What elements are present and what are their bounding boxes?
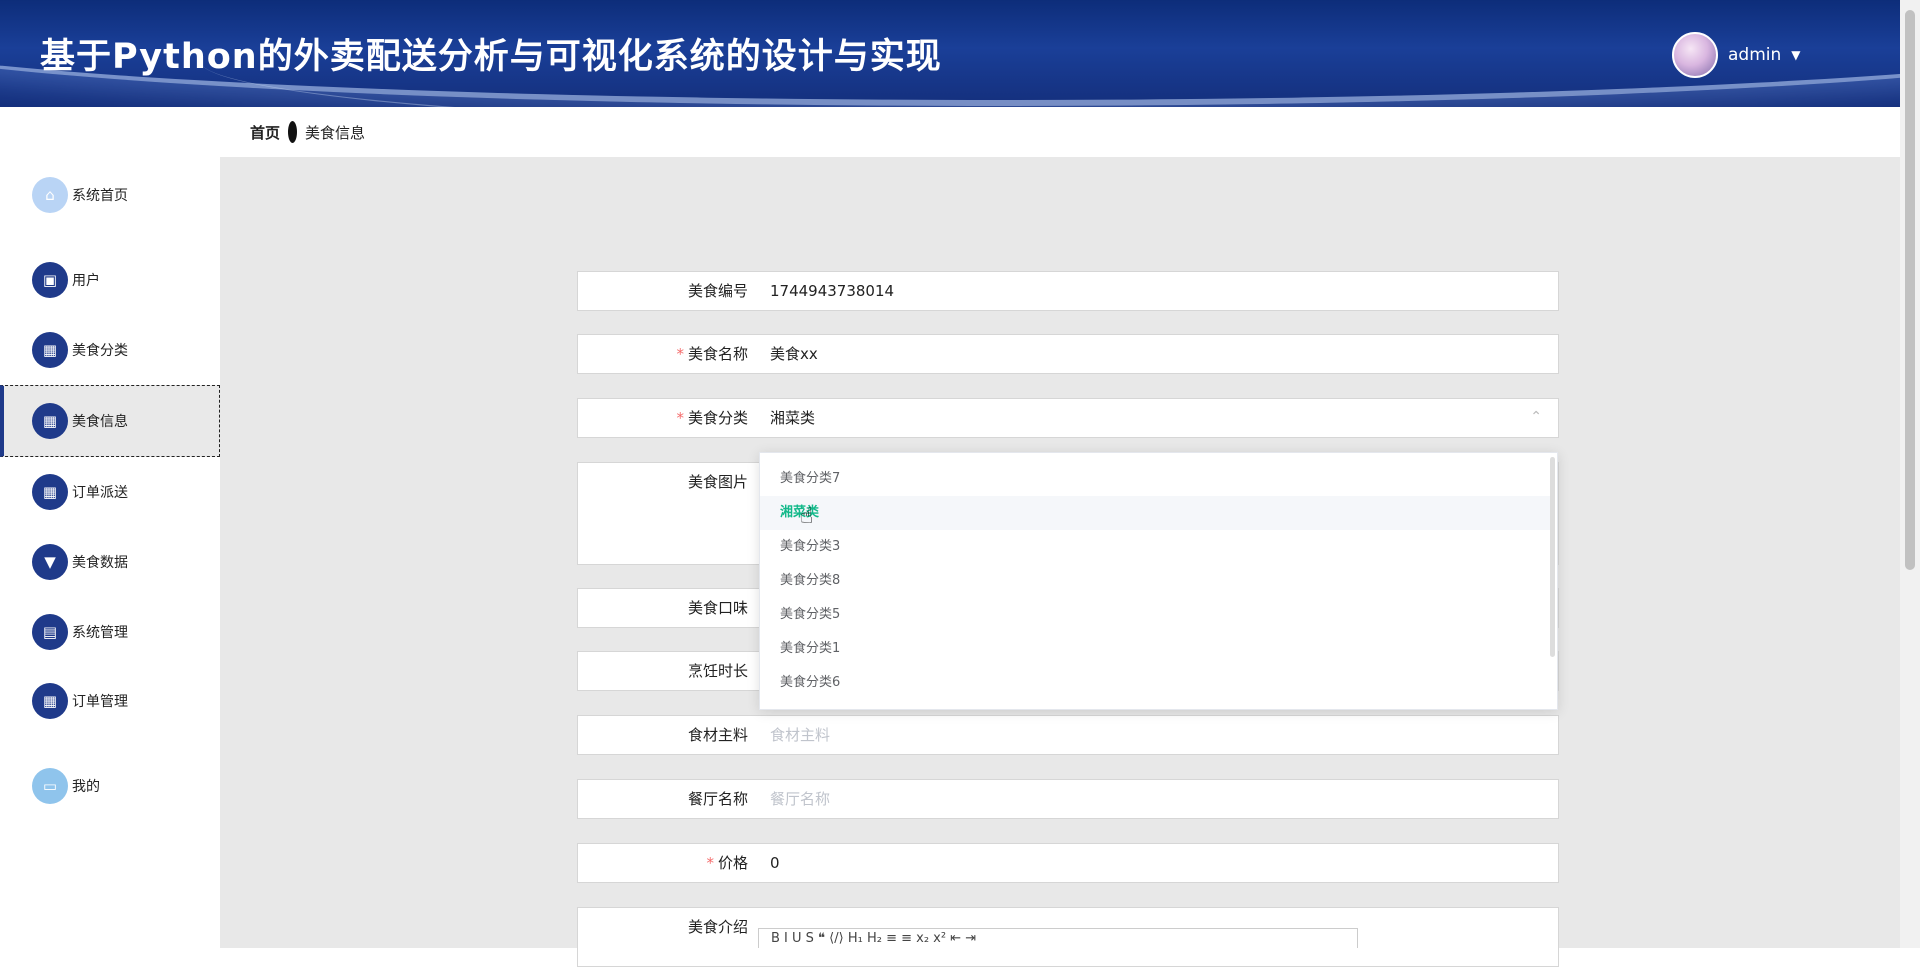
sidebar-item-food-info[interactable]: ▦ 美食信息 xyxy=(0,385,220,457)
user-icon: ▣ xyxy=(32,262,68,298)
dropdown-scrollbar[interactable] xyxy=(1550,457,1555,657)
sidebar-item-orders[interactable]: ▦ 订单管理 xyxy=(0,666,220,736)
ingredients-label: 食材主料 xyxy=(687,726,748,744)
sidebar-item-label: 美食数据 xyxy=(72,555,128,571)
rich-text-toolbar[interactable]: B I U S ❝ ⟨/⟩ H₁ H₂ ≡ ≡ x₂ x² ⇤ ⇥ xyxy=(758,928,1358,948)
sidebar-item-food-data[interactable]: ▼ 美食数据 xyxy=(0,527,220,597)
username[interactable]: admin xyxy=(1728,45,1781,65)
code-field[interactable]: 1744943738014 xyxy=(770,272,894,310)
sidebar-item-label: 订单派送 xyxy=(72,485,128,501)
code-label: 美食编号 xyxy=(687,282,748,300)
grid-icon: ▦ xyxy=(32,474,68,510)
form-row-price: * 价格 0 xyxy=(577,843,1559,883)
ingredients-input[interactable]: 食材主料 xyxy=(770,716,830,754)
sidebar: ⌂ 系统首页 ▣ 用户 ▦ 美食分类 ▦ 美食信息 ▦ 订单派送 ▼ 美食数据 … xyxy=(0,107,220,948)
taste-label: 美食口味 xyxy=(687,599,748,617)
grid-icon: ▦ xyxy=(32,683,68,719)
price-input[interactable]: 0 xyxy=(770,844,780,882)
form-row-ingredients: 食材主料 食材主料 xyxy=(577,715,1559,755)
form-row-name: * 美食名称 美食xx xyxy=(577,334,1559,374)
home-icon: ⌂ xyxy=(32,177,68,213)
price-label: * 价格 xyxy=(578,844,748,882)
avatar[interactable] xyxy=(1672,32,1718,78)
restaurant-label: 餐厅名称 xyxy=(687,790,748,808)
brush-icon: ▼ xyxy=(32,544,68,580)
sidebar-item-food-category[interactable]: ▦ 美食分类 xyxy=(0,315,220,385)
breadcrumb-home[interactable]: 首页 xyxy=(250,122,280,143)
category-label: * 美食分类 xyxy=(578,399,748,437)
restaurant-input[interactable]: 餐厅名称 xyxy=(770,780,830,818)
required-mark: * xyxy=(676,409,684,427)
dropdown-option[interactable]: 美食分类8 xyxy=(760,564,1550,598)
dropdown-option[interactable]: 美食分类5 xyxy=(760,598,1550,632)
sidebar-item-label: 订单管理 xyxy=(72,694,128,710)
app-title: 基于Python的外卖配送分析与可视化系统的设计与实现 xyxy=(40,37,942,77)
sidebar-item-user[interactable]: ▣ 用户 xyxy=(0,245,220,315)
app-header: 基于Python的外卖配送分析与可视化系统的设计与实现 admin ▼ xyxy=(0,0,1920,107)
form-row-category: * 美食分类 湘菜类 ⌃ xyxy=(577,398,1559,438)
sidebar-item-mine[interactable]: ▭ 我的 xyxy=(0,751,220,821)
sidebar-item-label: 美食信息 xyxy=(72,414,128,430)
chevron-up-icon[interactable]: ⌃ xyxy=(1530,409,1542,425)
grid-icon: ▦ xyxy=(32,332,68,368)
dropdown-option[interactable]: 美食分类3 xyxy=(760,530,1550,564)
card-icon: ▭ xyxy=(32,768,68,804)
price-label-text: 价格 xyxy=(717,854,748,872)
sidebar-item-label: 系统管理 xyxy=(72,625,128,641)
breadcrumb-separator xyxy=(288,121,298,143)
name-label-text: 美食名称 xyxy=(687,345,748,363)
form-row-code: 美食编号 1744943738014 xyxy=(577,271,1559,311)
category-dropdown: 美食分类7 湘菜类 美食分类3 美食分类8 美食分类5 美食分类1 美食分类6 xyxy=(759,452,1558,710)
dropdown-option-selected[interactable]: 湘菜类 xyxy=(760,496,1550,530)
name-field[interactable]: 美食xx xyxy=(770,335,818,373)
dropdown-option[interactable]: 美食分类6 xyxy=(760,666,1550,700)
sidebar-item-label: 系统首页 xyxy=(72,188,128,204)
category-select[interactable]: 湘菜类 xyxy=(770,399,815,437)
table-icon: ▤ xyxy=(32,614,68,650)
required-mark: * xyxy=(706,854,714,872)
user-menu[interactable]: admin ▼ xyxy=(1672,32,1801,78)
dropdown-option[interactable]: 美食分类7 xyxy=(760,462,1550,496)
dropdown-option[interactable]: 美食分类1 xyxy=(760,632,1550,666)
duration-label: 烹饪时长 xyxy=(687,662,748,680)
caret-down-icon[interactable]: ▼ xyxy=(1791,48,1800,62)
category-label-text: 美食分类 xyxy=(687,409,748,427)
breadcrumb: 首页 美食信息 xyxy=(220,107,1900,157)
grid-icon: ▦ xyxy=(32,403,68,439)
pointer-cursor-icon: ☝ xyxy=(800,504,814,529)
sidebar-item-home[interactable]: ⌂ 系统首页 xyxy=(0,160,220,230)
form-row-restaurant: 餐厅名称 餐厅名称 xyxy=(577,779,1559,819)
sidebar-item-label: 用户 xyxy=(72,273,100,289)
sidebar-item-delivery[interactable]: ▦ 订单派送 xyxy=(0,457,220,527)
name-label: * 美食名称 xyxy=(578,335,748,373)
sidebar-item-system[interactable]: ▤ 系统管理 xyxy=(0,597,220,667)
sidebar-item-label: 我的 xyxy=(72,779,100,795)
intro-label: 美食介绍 xyxy=(687,918,748,936)
breadcrumb-current: 美食信息 xyxy=(305,123,366,142)
scrollbar-thumb[interactable] xyxy=(1905,10,1915,570)
sidebar-item-label: 美食分类 xyxy=(72,343,128,359)
image-label: 美食图片 xyxy=(687,473,748,491)
page-scrollbar[interactable] xyxy=(1900,0,1920,948)
required-mark: * xyxy=(676,345,684,363)
